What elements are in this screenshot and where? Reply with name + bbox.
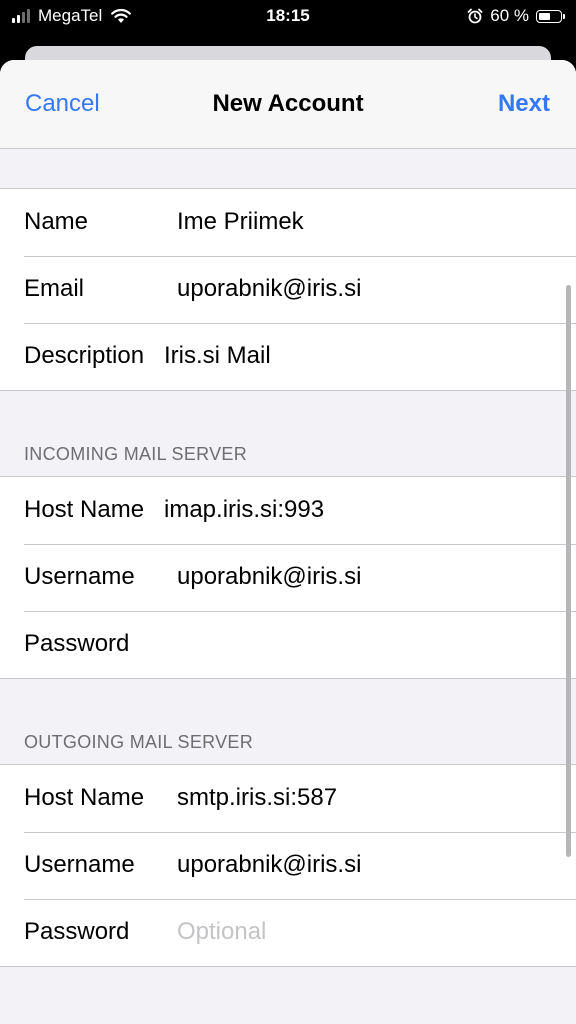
email-field[interactable]: uporabnik@iris.si <box>177 275 361 303</box>
incoming-password-label: Password <box>24 630 130 657</box>
next-button[interactable]: Next <box>498 90 550 118</box>
description-label: Description <box>24 342 145 369</box>
status-bar: MegaTel 18:15 60 % <box>0 0 576 36</box>
page-title: New Account <box>212 90 364 117</box>
incoming-host-field[interactable]: imap.iris.si:993 <box>164 496 324 524</box>
status-right: 60 % <box>467 6 565 26</box>
incoming-password-row[interactable]: Password <box>0 611 576 678</box>
outgoing-server-header: OUTGOING MAIL SERVER <box>24 732 254 752</box>
scrollbar[interactable] <box>566 285 571 857</box>
battery-percent: 60 % <box>490 6 529 25</box>
incoming-username-row[interactable]: Username uporabnik@iris.si <box>0 544 576 611</box>
alarm-icon <box>467 8 483 24</box>
outgoing-username-label: Username <box>24 851 135 878</box>
outgoing-host-field[interactable]: smtp.iris.si:587 <box>177 784 337 812</box>
outgoing-password-field[interactable]: Optional <box>177 918 266 946</box>
incoming-host-label: Host Name <box>24 496 145 523</box>
outgoing-password-label: Password <box>24 918 130 945</box>
incoming-server-header: INCOMING MAIL SERVER <box>24 444 248 464</box>
incoming-host-row[interactable]: Host Name imap.iris.si:993 <box>0 477 576 544</box>
name-field[interactable]: Ime Priimek <box>177 208 304 236</box>
outgoing-password-row[interactable]: Password Optional <box>0 899 576 966</box>
incoming-username-label: Username <box>24 563 135 590</box>
outgoing-host-row[interactable]: Host Name smtp.iris.si:587 <box>0 765 576 832</box>
email-label: Email <box>24 275 85 302</box>
account-group: Name Ime Priimek Email uporabnik@iris.si… <box>0 188 576 391</box>
outgoing-host-label: Host Name <box>24 784 145 811</box>
incoming-server-group: Host Name imap.iris.si:993 Username upor… <box>0 476 576 679</box>
description-row[interactable]: Description Iris.si Mail <box>0 323 576 390</box>
outgoing-username-field[interactable]: uporabnik@iris.si <box>177 851 361 879</box>
battery-icon <box>536 9 565 23</box>
navigation-bar: Cancel New Account Next <box>0 60 576 149</box>
name-label: Name <box>24 208 89 235</box>
outgoing-server-group: Host Name smtp.iris.si:587 Username upor… <box>0 764 576 967</box>
incoming-username-field[interactable]: uporabnik@iris.si <box>177 563 361 591</box>
name-row[interactable]: Name Ime Priimek <box>0 189 576 256</box>
outgoing-username-row[interactable]: Username uporabnik@iris.si <box>0 832 576 899</box>
description-field[interactable]: Iris.si Mail <box>164 342 271 370</box>
email-row[interactable]: Email uporabnik@iris.si <box>0 256 576 323</box>
new-account-sheet: Cancel New Account Next Name Ime Priimek… <box>0 60 576 1024</box>
